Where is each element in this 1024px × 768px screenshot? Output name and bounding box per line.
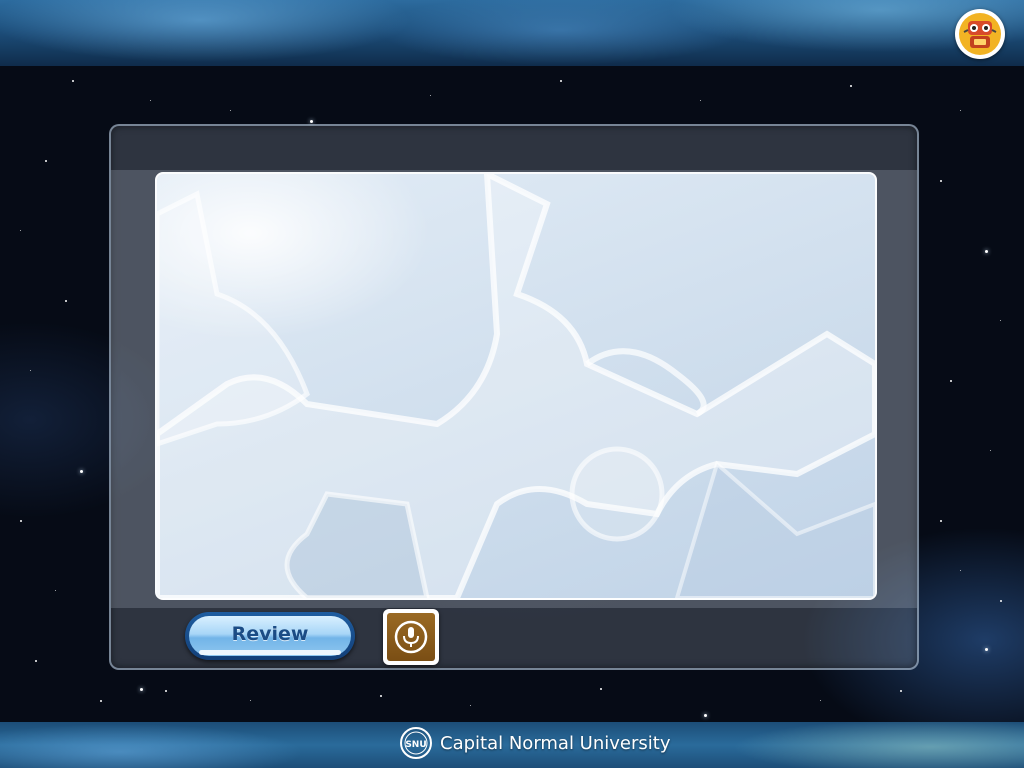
puzzle-background-image [157, 174, 875, 598]
robot-icon [959, 13, 1001, 55]
review-button[interactable]: Review [185, 612, 355, 660]
record-button[interactable] [383, 609, 439, 665]
robot-menu-button[interactable] [955, 9, 1005, 59]
main-panel: Review [109, 124, 919, 670]
review-button-label: Review [231, 623, 309, 645]
university-logo-icon: SNU [400, 727, 432, 759]
microphone-icon [394, 620, 428, 654]
top-banner [0, 0, 1024, 66]
logo-text: SNU [405, 740, 426, 750]
content-frame [155, 172, 877, 600]
review-button-shine [199, 650, 341, 655]
footer: SNU Capital Normal University [400, 726, 670, 760]
record-button-face [387, 613, 435, 661]
university-name: Capital Normal University [440, 732, 671, 754]
